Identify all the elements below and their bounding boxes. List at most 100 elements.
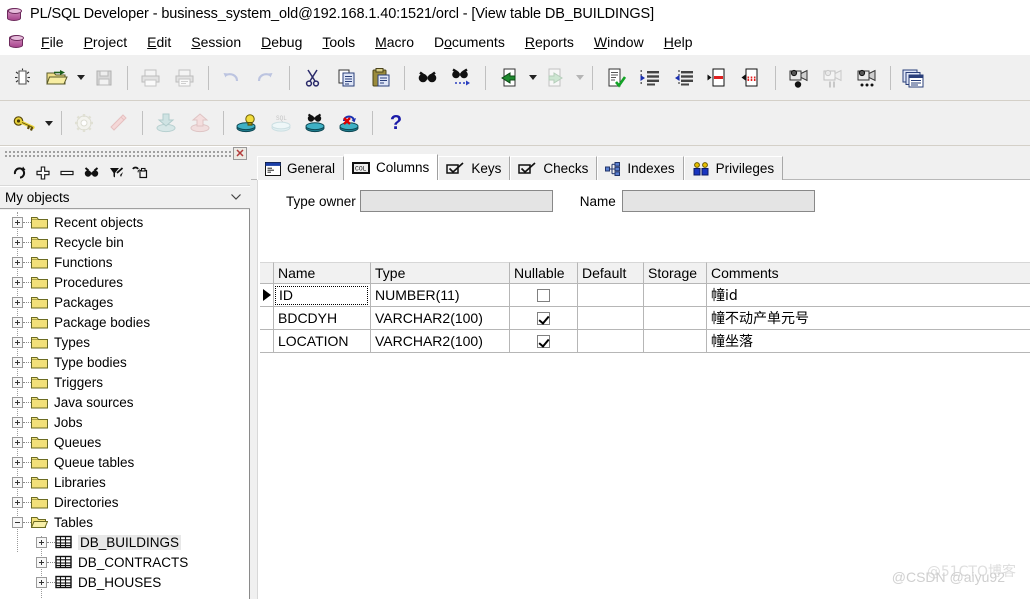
grid-header-comments[interactable]: Comments: [707, 262, 1030, 284]
menu-item-macro[interactable]: Macro: [365, 32, 424, 52]
cell-default[interactable]: [578, 284, 644, 307]
expand-icon[interactable]: [12, 256, 23, 268]
play-macro-icon[interactable]: [852, 63, 882, 93]
remove-icon[interactable]: [55, 162, 79, 184]
cell-default[interactable]: [578, 307, 644, 330]
tab-checks[interactable]: Checks: [510, 156, 598, 180]
cell-storage[interactable]: [644, 330, 707, 353]
cut-icon[interactable]: [298, 63, 328, 93]
cell-storage[interactable]: [644, 307, 707, 330]
tab-columns[interactable]: COL Columns: [344, 154, 439, 180]
type-owner-input[interactable]: [359, 190, 553, 212]
find-next-icon[interactable]: [447, 63, 477, 93]
cell-name[interactable]: LOCATION: [274, 330, 371, 353]
tree-node-queues[interactable]: Queues: [0, 432, 249, 452]
tab-privileges[interactable]: Privileges: [683, 156, 784, 180]
window-list-icon[interactable]: [899, 63, 929, 93]
cell-default[interactable]: [578, 330, 644, 353]
tree-node-functions[interactable]: Functions: [0, 252, 249, 272]
menu-item-edit[interactable]: Edit: [137, 32, 181, 52]
expand-icon[interactable]: [12, 396, 23, 408]
columns-grid[interactable]: Name Type Nullable Default Storage Comme…: [260, 262, 1030, 353]
grid-header-default[interactable]: Default: [578, 262, 644, 284]
open-dropdown-arrow-icon[interactable]: [74, 63, 87, 93]
tab-indexes[interactable]: Indexes: [597, 156, 684, 180]
menu-item-project[interactable]: Project: [74, 32, 138, 52]
tree-node-triggers[interactable]: Triggers: [0, 372, 249, 392]
comment-icon[interactable]: [703, 63, 733, 93]
grid-header-type[interactable]: Type: [371, 262, 510, 284]
find-icon[interactable]: [413, 63, 443, 93]
tree-node-procedures[interactable]: Procedures: [0, 272, 249, 292]
menu-item-debug[interactable]: Debug: [251, 32, 312, 52]
explain-plan-icon[interactable]: [232, 108, 262, 138]
menu-item-help[interactable]: Help: [654, 32, 703, 52]
syntax-check-icon[interactable]: [601, 63, 631, 93]
expand-icon[interactable]: [12, 336, 23, 348]
cell-comments[interactable]: 幢坐落: [707, 330, 1030, 353]
expand-icon[interactable]: [36, 536, 47, 548]
cell-nullable[interactable]: [510, 330, 578, 353]
expand-icon[interactable]: [12, 436, 23, 448]
table-row[interactable]: ID NUMBER(11) 幢id: [260, 284, 1030, 307]
collapse-icon[interactable]: [12, 516, 23, 528]
nullable-checkbox[interactable]: [537, 288, 550, 302]
previous-document-icon[interactable]: [494, 63, 524, 93]
menu-item-documents[interactable]: Documents: [424, 32, 515, 52]
tree-node-db-buildings[interactable]: DB_BUILDINGS: [0, 532, 249, 552]
nullable-checkbox[interactable]: [537, 311, 550, 325]
expand-icon[interactable]: [12, 456, 23, 468]
cell-type[interactable]: NUMBER(11): [371, 284, 510, 307]
cell-storage[interactable]: [644, 284, 707, 307]
cell-nullable[interactable]: [510, 284, 578, 307]
close-icon[interactable]: ✕: [233, 147, 247, 160]
grid-header-name[interactable]: Name: [274, 262, 371, 284]
tab-keys[interactable]: Keys: [438, 156, 511, 180]
customize-icon[interactable]: [127, 162, 151, 184]
grid-header-nullable[interactable]: Nullable: [510, 262, 578, 284]
expand-icon[interactable]: [12, 276, 23, 288]
outdent-icon[interactable]: [669, 63, 699, 93]
tree-node-type-bodies[interactable]: Type bodies: [0, 352, 249, 372]
object-filter-dropdown[interactable]: My objects: [0, 186, 250, 209]
tree-node-jobs[interactable]: Jobs: [0, 412, 249, 432]
expand-icon[interactable]: [36, 556, 47, 568]
cell-name[interactable]: ID: [274, 284, 371, 307]
menu-app-icon[interactable]: [8, 33, 25, 50]
cell-type[interactable]: VARCHAR2(100): [371, 330, 510, 353]
uncomment-icon[interactable]: [737, 63, 767, 93]
filter-icon[interactable]: [103, 162, 127, 184]
tree-node-directories[interactable]: Directories: [0, 492, 249, 512]
tree-node-packages[interactable]: Packages: [0, 292, 249, 312]
expand-icon[interactable]: [12, 416, 23, 428]
paste-icon[interactable]: [366, 63, 396, 93]
tree-node-recent-objects[interactable]: Recent objects: [0, 212, 249, 232]
expand-icon[interactable]: [36, 576, 47, 588]
record-macro-icon[interactable]: [784, 63, 814, 93]
tree-node-db-contracts[interactable]: DB_CONTRACTS: [0, 552, 249, 572]
tab-general[interactable]: General: [257, 156, 345, 180]
tree-node-recycle-bin[interactable]: Recycle bin: [0, 232, 249, 252]
menu-item-session[interactable]: Session: [181, 32, 251, 52]
expand-icon[interactable]: [12, 376, 23, 388]
tree-node-queue-tables[interactable]: Queue tables: [0, 452, 249, 472]
indent-icon[interactable]: [635, 63, 665, 93]
menu-item-tools[interactable]: Tools: [312, 32, 365, 52]
logon-key-icon[interactable]: [10, 108, 40, 138]
expand-icon[interactable]: [12, 496, 23, 508]
cell-type[interactable]: VARCHAR2(100): [371, 307, 510, 330]
logon-dropdown-arrow-icon[interactable]: [42, 108, 55, 138]
help-icon[interactable]: ?: [381, 108, 411, 138]
tree-node-java-sources[interactable]: Java sources: [0, 392, 249, 412]
nullable-checkbox[interactable]: [537, 334, 550, 348]
expand-icon[interactable]: [12, 356, 23, 368]
kill-session-icon[interactable]: [334, 108, 364, 138]
previous-document-dropdown-arrow-icon[interactable]: [526, 63, 539, 93]
cell-name[interactable]: BDCDYH: [274, 307, 371, 330]
table-row[interactable]: LOCATION VARCHAR2(100) 幢坐落: [260, 330, 1030, 353]
menu-item-file[interactable]: File: [31, 32, 74, 52]
copy-icon[interactable]: [332, 63, 362, 93]
find-database-object-icon[interactable]: [300, 108, 330, 138]
tree-node-libraries[interactable]: Libraries: [0, 472, 249, 492]
tree-node-tables[interactable]: Tables: [0, 512, 249, 532]
